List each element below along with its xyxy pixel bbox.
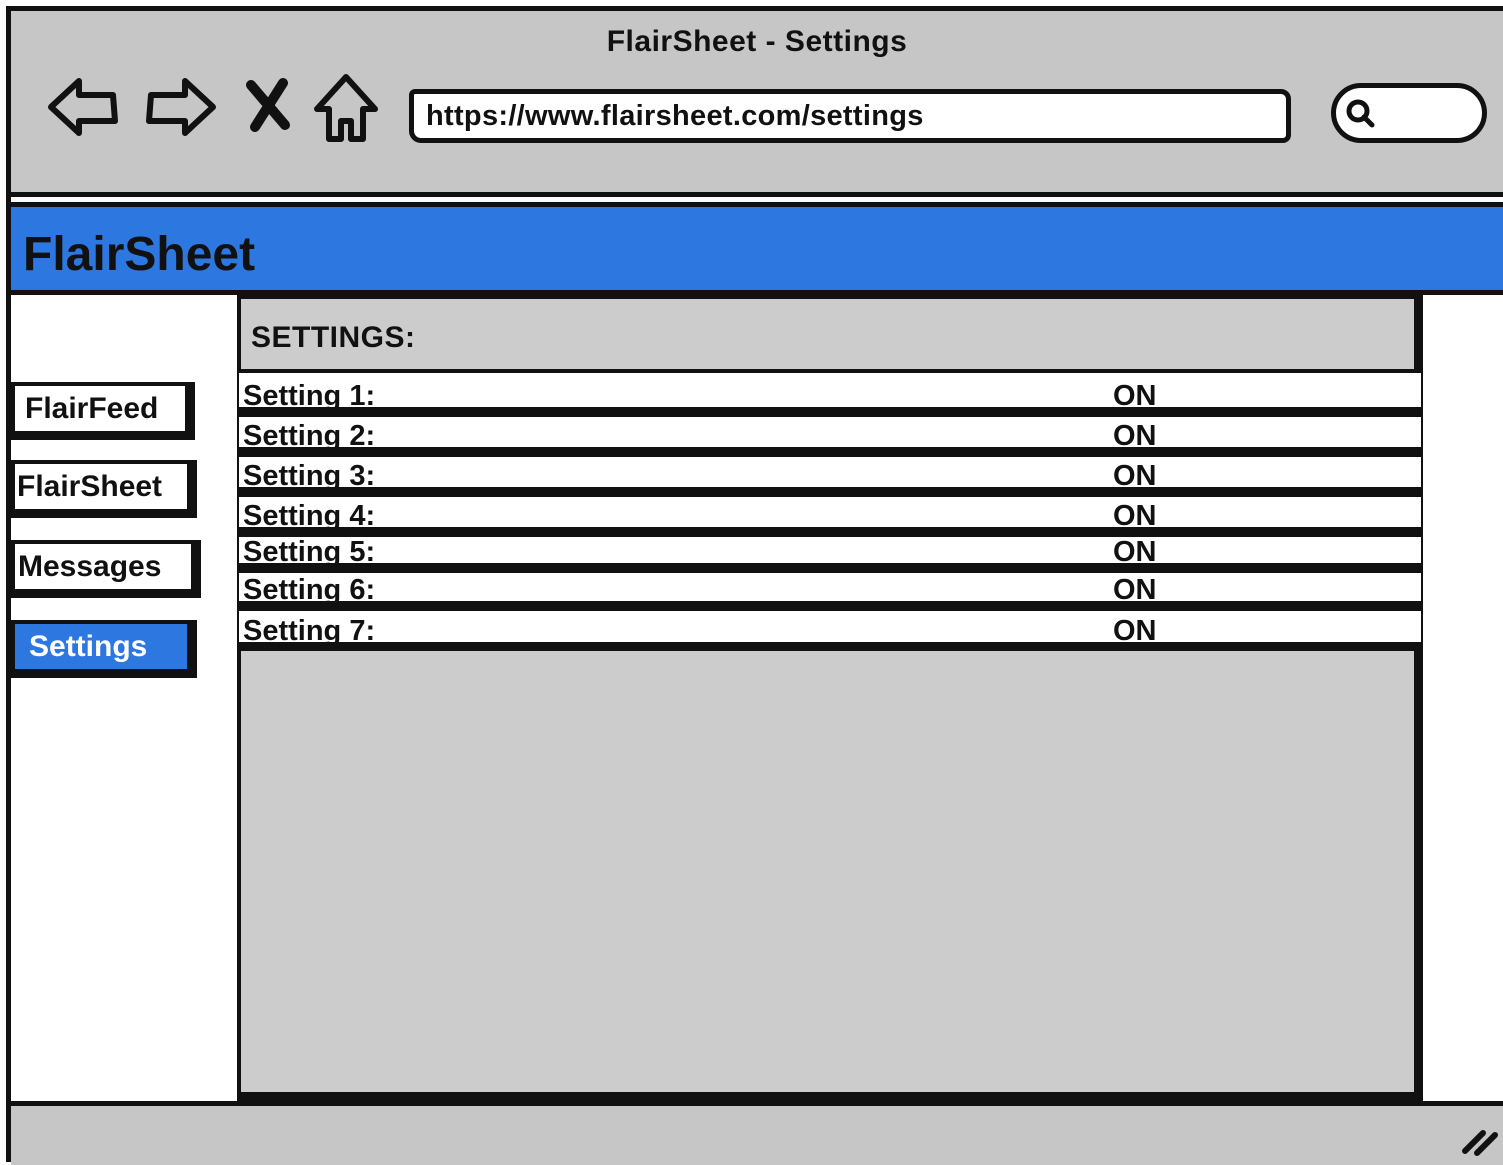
browser-chrome: FlairSheet - Settings https://www.flairs… [11, 11, 1503, 197]
stop-icon [246, 78, 290, 132]
settings-panel: SETTINGS: Setting 1: ON Setting 2: ON Se… [237, 295, 1423, 1101]
sidebar-item-label: Messages [18, 549, 162, 583]
setting-row-1[interactable]: Setting 1: ON [239, 369, 1421, 413]
setting-row-5[interactable]: Setting 5: ON [239, 533, 1421, 569]
setting-value[interactable]: ON [1113, 380, 1157, 413]
browser-window: FlairSheet - Settings https://www.flairs… [6, 6, 1503, 1165]
setting-value[interactable]: ON [1113, 500, 1157, 533]
url-text: https://www.flairsheet.com/settings [426, 99, 924, 132]
search-icon [1346, 99, 1375, 128]
setting-row-4[interactable]: Setting 4: ON [239, 493, 1421, 533]
resize-grip-icon[interactable] [1459, 1123, 1499, 1157]
sidebar-item-settings[interactable]: Settings [11, 620, 197, 678]
setting-label: Setting 6: [243, 574, 376, 606]
address-bar[interactable]: https://www.flairsheet.com/settings [409, 89, 1291, 143]
home-button[interactable] [311, 69, 381, 145]
setting-label: Setting 1: [243, 380, 376, 412]
forward-arrow-icon [146, 78, 216, 136]
window-title: FlairSheet - Settings [606, 25, 908, 58]
search-box[interactable] [1331, 83, 1487, 143]
app-logo[interactable]: FlairSheet [23, 227, 255, 282]
setting-row-3[interactable]: Setting 3: ON [239, 453, 1421, 493]
setting-label: Setting 5: [243, 536, 376, 568]
home-icon [314, 74, 378, 142]
sidebar-item-messages[interactable]: Messages [11, 540, 201, 598]
app-header: FlairSheet [11, 202, 1503, 295]
page-title: SETTINGS: [251, 321, 416, 354]
sidebar-item-label: Settings [29, 629, 148, 663]
setting-label: Setting 7: [243, 615, 376, 647]
setting-value[interactable]: ON [1113, 574, 1157, 607]
setting-row-6[interactable]: Setting 6: ON [239, 569, 1421, 607]
sidebar-item-flairsheet[interactable]: FlairSheet [11, 460, 197, 518]
back-button[interactable] [45, 69, 121, 145]
setting-label: Setting 4: [243, 500, 376, 532]
setting-value[interactable]: ON [1113, 615, 1157, 648]
sidebar-item-label: FlairSheet [17, 469, 163, 503]
setting-value[interactable]: ON [1113, 536, 1157, 569]
setting-row-7[interactable]: Setting 7: ON [239, 607, 1421, 651]
setting-value[interactable]: ON [1113, 420, 1157, 453]
setting-label: Setting 3: [243, 460, 376, 492]
forward-button[interactable] [141, 69, 217, 145]
sidebar-item-label: FlairFeed [25, 391, 159, 425]
stop-button[interactable] [243, 69, 293, 145]
sidebar-item-flairfeed[interactable]: FlairFeed [11, 382, 195, 440]
status-bar [11, 1101, 1503, 1165]
setting-value[interactable]: ON [1113, 460, 1157, 493]
setting-row-2[interactable]: Setting 2: ON [239, 413, 1421, 453]
setting-label: Setting 2: [243, 420, 376, 452]
back-arrow-icon [48, 78, 118, 136]
